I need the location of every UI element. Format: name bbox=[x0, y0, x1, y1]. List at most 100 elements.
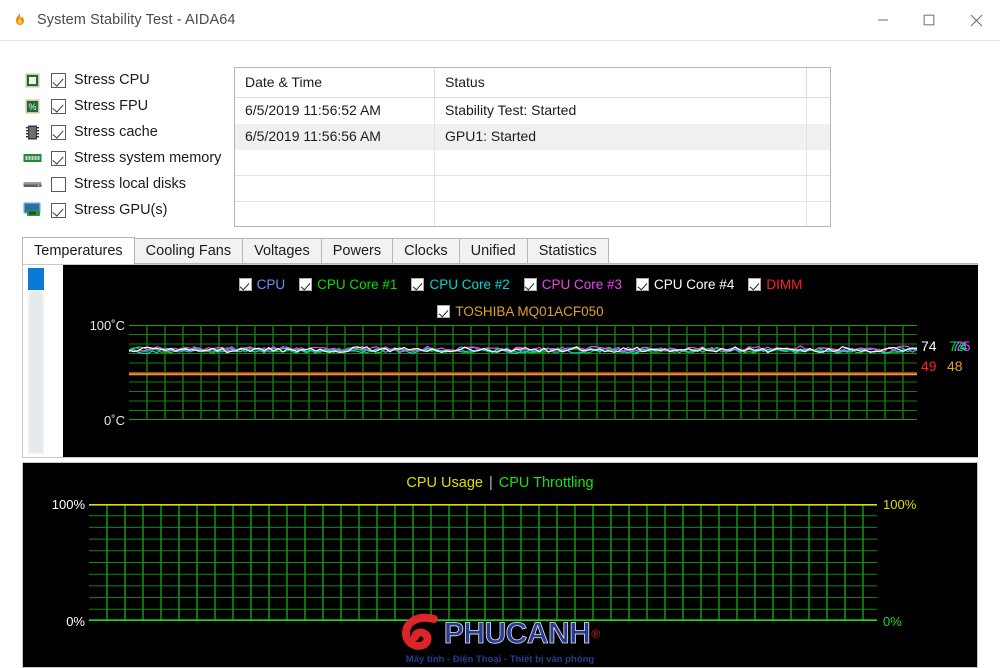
legend-label-cpu-core-2: CPU Core #2 bbox=[429, 277, 510, 292]
stress-cpu-label: Stress CPU bbox=[74, 72, 150, 88]
cell-extra bbox=[807, 176, 830, 202]
temperature-legend-row-1: CPU CPU Core #1 CPU Core #2 CPU Core #3 bbox=[63, 277, 978, 292]
cpu-usage-title: CPU Usage | CPU Throttling bbox=[23, 475, 977, 491]
legend-checkbox-cpu-core-4[interactable] bbox=[636, 278, 650, 291]
stress-option-fpu[interactable]: % Stress FPU bbox=[22, 93, 242, 119]
column-header-extra[interactable] bbox=[807, 68, 830, 98]
legend-item-cpu-core-4[interactable]: CPU Core #4 bbox=[636, 277, 734, 292]
stress-cache-checkbox[interactable] bbox=[51, 124, 66, 140]
watermark-brand: PHUCANH bbox=[443, 617, 591, 650]
phucanh-logo-icon bbox=[400, 613, 444, 656]
legend-label-dimm: DIMM bbox=[766, 277, 803, 292]
gpu-monitor-icon bbox=[22, 201, 42, 219]
cpu-title-separator: | bbox=[488, 475, 493, 491]
tab-cooling-fans[interactable]: Cooling Fans bbox=[133, 238, 244, 263]
stress-cache-label: Stress cache bbox=[74, 124, 158, 140]
legend-label-toshiba: TOSHIBA MQ01ACF050 bbox=[455, 304, 604, 319]
scrollbar-thumb[interactable] bbox=[28, 268, 44, 290]
legend-checkbox-cpu-core-3[interactable] bbox=[523, 278, 537, 291]
cache-module-icon bbox=[22, 123, 42, 141]
legend-checkbox-cpu[interactable] bbox=[238, 278, 252, 291]
cell-status: Stability Test: Started bbox=[435, 98, 807, 124]
temperature-panel: CPU CPU Core #1 CPU Core #2 CPU Core #3 bbox=[22, 264, 978, 458]
cell-extra bbox=[807, 98, 830, 124]
stress-option-disks[interactable]: Stress local disks bbox=[22, 171, 242, 197]
cell-datetime: 6/5/2019 11:56:52 AM bbox=[235, 98, 435, 124]
column-header-status[interactable]: Status bbox=[435, 68, 807, 98]
column-header-datetime[interactable]: Date & Time bbox=[235, 68, 435, 98]
tab-clocks[interactable]: Clocks bbox=[392, 238, 460, 263]
legend-label-cpu-core-1: CPU Core #1 bbox=[317, 277, 398, 292]
fpu-percent-chip-icon: % bbox=[22, 97, 42, 115]
temperature-value-dimm: 49 bbox=[921, 358, 937, 374]
stress-cpu-checkbox[interactable] bbox=[51, 72, 66, 88]
cpu-axis-left-bottom-label: 0% bbox=[66, 614, 85, 629]
tab-label: Unified bbox=[470, 243, 516, 259]
tab-label: Temperatures bbox=[34, 243, 123, 259]
registered-trademark-icon: ® bbox=[591, 627, 601, 641]
stress-option-cpu[interactable]: Stress CPU bbox=[22, 67, 242, 93]
cell-extra bbox=[807, 150, 830, 176]
legend-item-toshiba[interactable]: TOSHIBA MQ01ACF050 bbox=[437, 304, 604, 319]
legend-item-cpu-core-1[interactable]: CPU Core #1 bbox=[299, 277, 397, 292]
watermark-tagline: Máy tính - Điện Thoại - Thiết bị văn phò… bbox=[405, 654, 595, 665]
tab-voltages[interactable]: Voltages bbox=[242, 238, 322, 263]
stress-memory-checkbox[interactable] bbox=[51, 150, 66, 166]
table-row-empty[interactable] bbox=[235, 202, 830, 226]
legend-checkbox-toshiba[interactable] bbox=[437, 305, 451, 318]
scrollbar-track[interactable] bbox=[30, 292, 42, 452]
tab-temperatures[interactable]: Temperatures bbox=[22, 237, 135, 264]
tab-label: Statistics bbox=[538, 243, 597, 259]
tab-statistics[interactable]: Statistics bbox=[526, 238, 609, 263]
temperature-axis-top-label: 100˚C bbox=[89, 318, 125, 333]
stress-option-memory[interactable]: Stress system memory bbox=[22, 145, 242, 171]
aida64-flame-icon bbox=[12, 12, 28, 28]
table-row-empty[interactable] bbox=[235, 150, 830, 176]
temperature-chart: CPU CPU Core #1 CPU Core #2 CPU Core #3 bbox=[63, 265, 978, 457]
tab-strip: Temperatures Cooling Fans Voltages Power… bbox=[22, 237, 978, 264]
svg-text:%: % bbox=[28, 102, 36, 112]
cpu-usage-panel: CPU Usage | CPU Throttling 100% 0% 100% 0% bbox=[22, 462, 978, 668]
cell-datetime: 6/5/2019 11:56:56 AM bbox=[235, 124, 435, 150]
temperature-value-toshiba: 48 bbox=[947, 358, 963, 374]
stress-fpu-checkbox[interactable] bbox=[51, 98, 66, 114]
table-row-empty[interactable] bbox=[235, 176, 830, 202]
cell-status: GPU1: Started bbox=[435, 124, 807, 150]
tab-powers[interactable]: Powers bbox=[320, 238, 394, 263]
legend-label-cpu-core-3: CPU Core #3 bbox=[541, 277, 623, 292]
temperature-scrollbar[interactable] bbox=[28, 268, 44, 454]
legend-item-cpu-core-2[interactable]: CPU Core #2 bbox=[411, 277, 510, 292]
legend-item-cpu[interactable]: CPU bbox=[238, 277, 285, 292]
window-title: System Stability Test - AIDA64 bbox=[37, 12, 236, 28]
temperature-axis-bottom-label: 0˚C bbox=[104, 413, 125, 428]
temperature-value-cpu-core-3: 75 bbox=[955, 338, 971, 354]
stress-options-list: Stress CPU % Stress FPU Stress cache Str… bbox=[22, 67, 242, 223]
cpu-axis-left-top-label: 100% bbox=[51, 497, 85, 512]
legend-checkbox-cpu-core-2[interactable] bbox=[411, 278, 425, 291]
legend-item-dimm[interactable]: DIMM bbox=[748, 277, 802, 292]
legend-checkbox-cpu-core-1[interactable] bbox=[299, 278, 313, 291]
cell-status bbox=[435, 176, 807, 202]
minimize-button[interactable] bbox=[860, 0, 906, 40]
stress-disks-checkbox[interactable] bbox=[51, 176, 66, 192]
stress-memory-label: Stress system memory bbox=[74, 150, 222, 166]
legend-item-cpu-core-3[interactable]: CPU Core #3 bbox=[523, 277, 623, 292]
watermark-main: PHUCANH ® bbox=[400, 613, 601, 656]
cell-datetime bbox=[235, 176, 435, 202]
legend-checkbox-dimm[interactable] bbox=[748, 278, 762, 291]
tab-unified[interactable]: Unified bbox=[458, 238, 528, 263]
table-row[interactable]: 6/5/2019 11:56:52 AM Stability Test: Sta… bbox=[235, 98, 830, 124]
stress-option-cache[interactable]: Stress cache bbox=[22, 119, 242, 145]
cell-extra bbox=[807, 202, 830, 226]
maximize-button[interactable] bbox=[906, 0, 952, 40]
stress-gpu-label: Stress GPU(s) bbox=[74, 202, 168, 218]
tab-label: Voltages bbox=[254, 243, 310, 259]
charts-area: CPU CPU Core #1 CPU Core #2 CPU Core #3 bbox=[22, 264, 978, 668]
cell-extra bbox=[807, 124, 830, 150]
table-row[interactable]: 6/5/2019 11:56:56 AM GPU1: Started bbox=[235, 124, 830, 150]
status-grid[interactable]: Date & Time Status 6/5/2019 11:56:52 AM … bbox=[234, 67, 831, 227]
stress-option-gpu[interactable]: Stress GPU(s) bbox=[22, 197, 242, 223]
stress-gpu-checkbox[interactable] bbox=[51, 202, 66, 218]
close-button[interactable] bbox=[952, 0, 1000, 40]
cpu-usage-plot bbox=[89, 504, 877, 621]
